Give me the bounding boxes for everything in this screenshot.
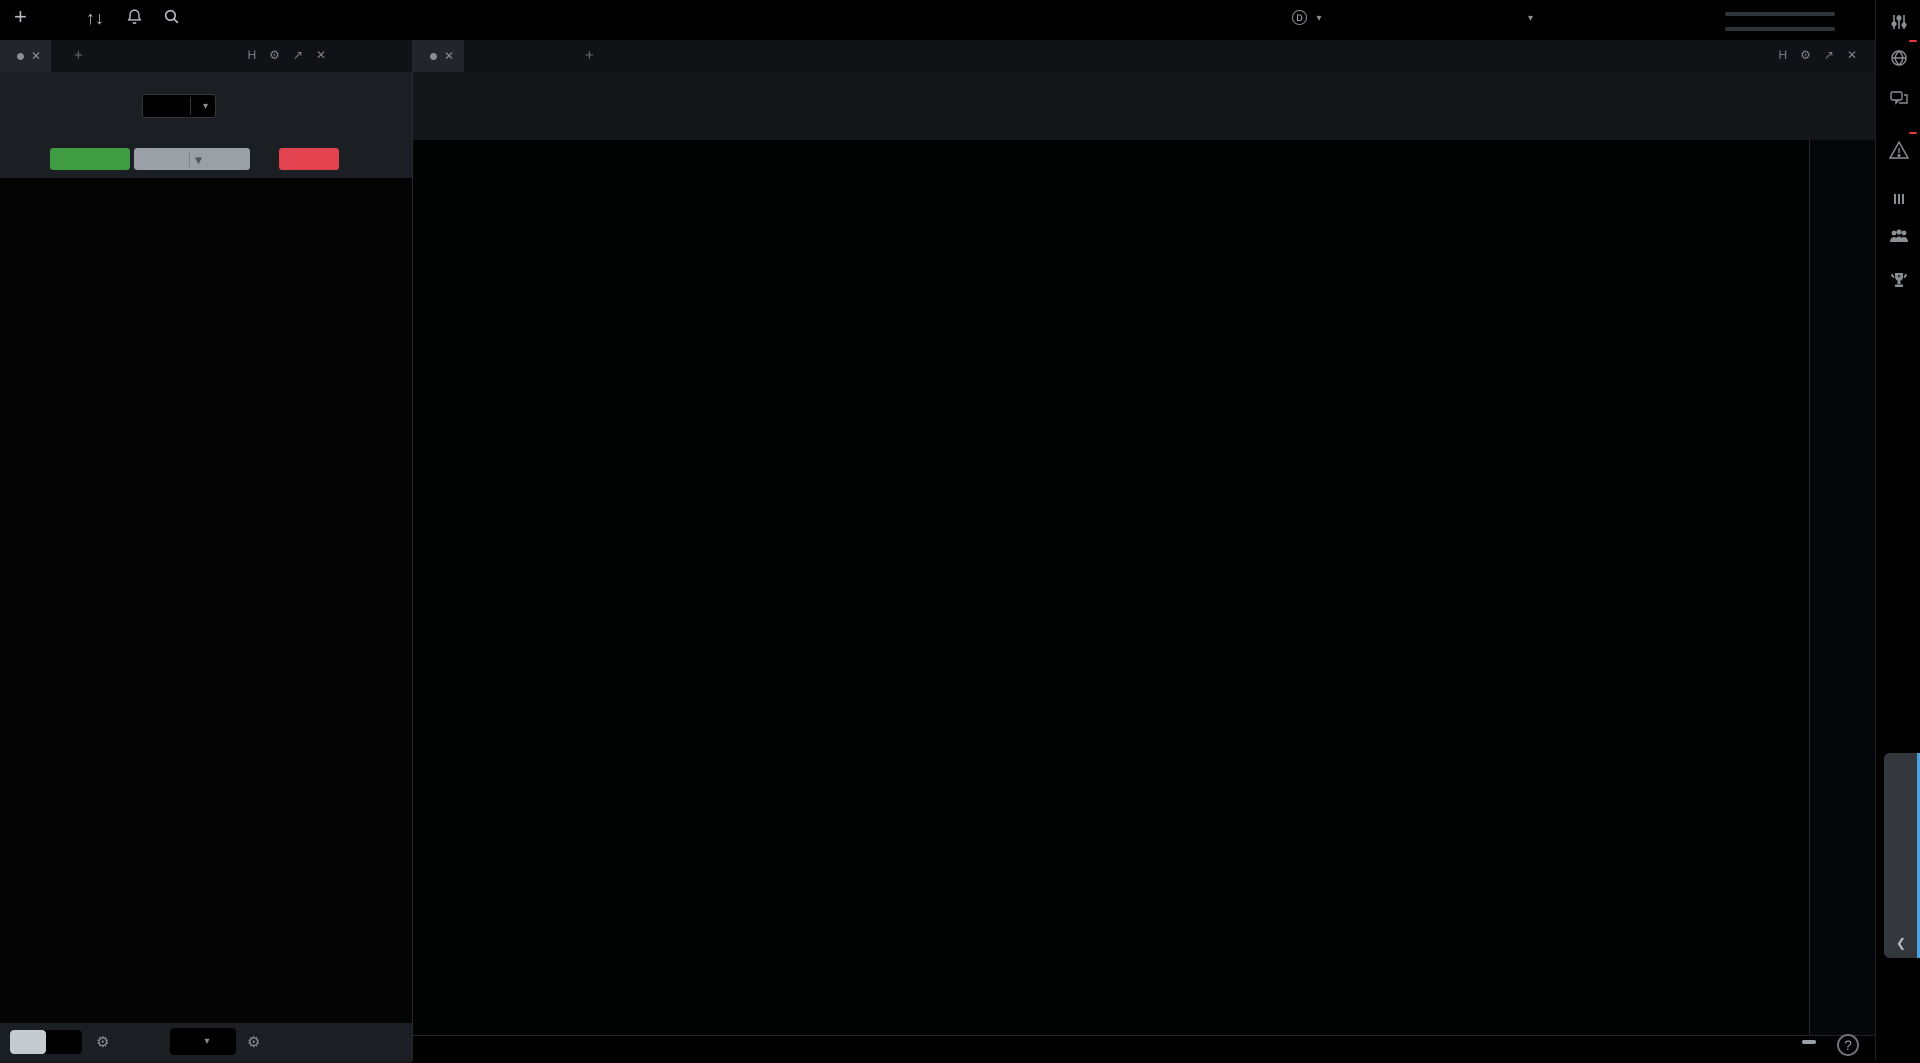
- account-selector[interactable]: D ▾: [1292, 6, 1321, 26]
- new-tab-icon[interactable]: +: [74, 47, 83, 64]
- day-toggle[interactable]: [10, 1030, 46, 1054]
- community-icon[interactable]: [1887, 226, 1911, 250]
- chat-icon[interactable]: [1887, 88, 1911, 112]
- close-icon[interactable]: ✕: [31, 49, 41, 63]
- help-icon[interactable]: ?: [1837, 1034, 1859, 1056]
- day-margin-bar: [1725, 12, 1835, 16]
- close-icon[interactable]: ✕: [1847, 48, 1857, 62]
- tab-esz0-tpo[interactable]: ✕: [413, 40, 464, 72]
- openpl-block[interactable]: ▾: [1528, 6, 1533, 26]
- initial-margin-bar: [1725, 27, 1835, 31]
- dom-ladder: | | | | |: [0, 178, 412, 1041]
- right-rail: ❮: [1875, 0, 1920, 1061]
- tradovate-help-tab[interactable]: ❮: [1884, 753, 1920, 958]
- search-icon[interactable]: [163, 8, 180, 30]
- exit-at-mkt-button[interactable]: ▾: [134, 148, 250, 170]
- bell-icon[interactable]: [126, 8, 143, 30]
- gear-icon[interactable]: ⚙: [269, 48, 280, 62]
- notification-badge: [1909, 40, 1917, 42]
- brackets-dropdown[interactable]: ▾: [170, 1028, 236, 1055]
- tab-esz0-dom[interactable]: ✕: [0, 40, 51, 72]
- close-icon[interactable]: ✕: [444, 49, 454, 63]
- time-axis[interactable]: [413, 1035, 1876, 1061]
- tpo-chart-panel: ✕ + H ⚙ ↗ ✕ ?: [412, 40, 1875, 1061]
- order-duration-toggle[interactable]: [10, 1030, 82, 1054]
- divider: [190, 97, 191, 115]
- tab-ac2js[interactable]: [529, 40, 549, 72]
- header-toggle-icon[interactable]: H: [247, 48, 256, 62]
- dom-window-icons: H ⚙ ↗ ✕: [247, 48, 326, 62]
- columns-icon[interactable]: [1887, 190, 1911, 214]
- sliders-icon[interactable]: [1887, 12, 1911, 36]
- alert-badge: [1909, 132, 1917, 134]
- price-axis[interactable]: [1809, 140, 1876, 1035]
- dom-tabbar: ✕ + H ⚙ ↗ ✕: [0, 40, 412, 72]
- popout-icon[interactable]: ↗: [293, 48, 303, 62]
- new-tab-icon[interactable]: +: [585, 47, 594, 64]
- chevron-left-icon: ❮: [1896, 936, 1906, 950]
- gear-icon[interactable]: ⚙: [1800, 48, 1811, 62]
- add-workspace-icon[interactable]: +: [14, 4, 27, 30]
- chart-tabbar: ✕ + H ⚙ ↗ ✕: [413, 40, 1875, 72]
- chevron-down-icon: ▾: [204, 1036, 209, 1047]
- chevron-down-icon: ▾: [1316, 13, 1321, 24]
- dom-rows: [0, 218, 412, 1041]
- dom-column-headers: [0, 202, 412, 218]
- chevron-down-icon: ▾: [203, 101, 208, 112]
- popout-icon[interactable]: ↗: [1824, 48, 1834, 62]
- gtc-toggle[interactable]: [46, 1030, 82, 1054]
- status-dot: [17, 53, 24, 60]
- current-time-badge: [1802, 1040, 1816, 1044]
- dom-header: ▾ ▾: [0, 72, 412, 178]
- gear-icon[interactable]: ⚙: [247, 1033, 260, 1051]
- sell-mkt-button[interactable]: [279, 148, 339, 170]
- status-dot: [430, 53, 437, 60]
- chart-info-bar: [413, 72, 1875, 140]
- demo-account-icon: D: [1292, 10, 1307, 25]
- transfer-icon[interactable]: ↑↓: [86, 8, 104, 29]
- chevron-down-icon: ▾: [1528, 13, 1533, 24]
- dom-panel: ✕ + H ⚙ ↗ ✕ ▾ ▾ |: [0, 40, 412, 1061]
- trophy-icon[interactable]: [1887, 270, 1911, 294]
- globe-icon[interactable]: [1887, 48, 1911, 72]
- warning-icon[interactable]: [1887, 140, 1911, 164]
- qty-stepper[interactable]: ▾: [142, 94, 216, 118]
- dom-controls: ⚙ ▾ ⚙: [0, 1023, 412, 1061]
- top-bar: + ↑↓ D ▾ ▾: [0, 0, 1920, 40]
- tpo-plot-area[interactable]: [413, 140, 1809, 1035]
- gear-icon[interactable]: ⚙: [96, 1033, 109, 1051]
- close-icon[interactable]: ✕: [316, 48, 326, 62]
- header-toggle-icon[interactable]: H: [1778, 48, 1787, 62]
- buy-mkt-button[interactable]: [50, 148, 130, 170]
- chevron-down-icon[interactable]: ▾: [189, 152, 201, 167]
- chart-window-icons: H ⚙ ↗ ✕: [1778, 48, 1857, 62]
